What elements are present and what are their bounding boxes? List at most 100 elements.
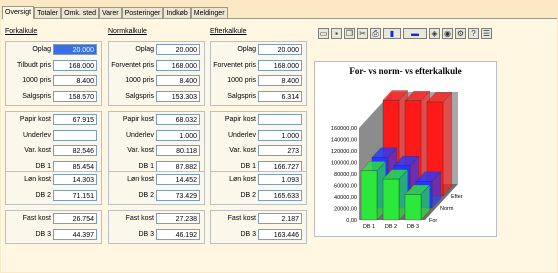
field-label: Var. kost (24, 147, 51, 154)
value-field[interactable]: 82.546 (53, 145, 97, 156)
overview-panel: ▭ ▪ ❐ ✂ ⎙ ▮ ▬ ◈ ◉ ⚙? ☰ For- vs norm- vs efterkalku… (1, 18, 557, 272)
field-group: Oplag 20.000 Forventet pris 168.000 1000 pri… (108, 41, 205, 106)
depth-label: For (429, 218, 437, 224)
field-group: Fast kost 26.754 DB 3 44.397 (5, 210, 102, 244)
value-field[interactable] (258, 114, 302, 125)
value-field[interactable]: 8.400 (156, 75, 200, 86)
value-field[interactable]: 168.000 (258, 59, 302, 71)
3d-view-icon[interactable]: ◈ (429, 27, 440, 39)
value-field[interactable]: 27.238 (156, 213, 200, 224)
field-label: Underlev (125, 131, 154, 139)
value-field[interactable]: 85.454 (53, 160, 97, 172)
value-field[interactable]: 67.915 (53, 114, 97, 125)
field-row: Oplag 20.000 (109, 44, 204, 56)
x-tick-label: DB 3 (407, 224, 419, 230)
rotate-icon[interactable]: ◉ (442, 27, 453, 39)
bar (382, 178, 400, 221)
value-field[interactable]: 8.400 (258, 75, 302, 86)
value-field[interactable]: 8.400 (53, 75, 97, 86)
value-field[interactable]: 68.032 (156, 114, 200, 125)
value-field[interactable]: 14.452 (156, 174, 200, 185)
value-field[interactable]: 6.314 (258, 90, 302, 102)
value-field[interactable]: 20.000 (156, 44, 200, 55)
chart-svg: 0,00 20000,00 40000,00 60000,00 80000,00 1000… (331, 90, 463, 230)
field-row: Oplag 20.000 (211, 44, 306, 56)
value-field[interactable]: 153.303 (156, 90, 200, 102)
y-tick-label: 20000,00 (334, 207, 357, 213)
field-row: 1000 pris 8.400 (211, 75, 306, 87)
chart-type-icon[interactable]: ▮ (383, 27, 401, 39)
value-field[interactable]: 166.727 (258, 160, 302, 172)
value-field[interactable]: 168.000 (53, 59, 97, 71)
field-label: DB 2 (240, 191, 256, 199)
y-tick-label: 40000,00 (334, 195, 357, 201)
field-group: Fast kost 2.187 DB 3 163.446 (210, 210, 307, 244)
field-label: Løn kost (127, 176, 154, 183)
field-label: Underlev (22, 131, 51, 139)
value-field[interactable]: 168.000 (156, 59, 200, 71)
field-row: Løn kost 1.093 (211, 174, 306, 186)
field-group: Løn kost 14.452 DB 2 73.429 (108, 171, 205, 205)
value-field[interactable]: 80.118 (156, 145, 200, 156)
value-field[interactable]: 20.000 (258, 44, 302, 55)
field-label: Fast kost (22, 215, 51, 222)
value-field[interactable]: 14.303 (53, 174, 97, 185)
field-row: Var. kost 273 (211, 145, 306, 157)
field-label: Forventet pris (213, 61, 256, 69)
field-row: 1000 pris 8.400 (6, 75, 101, 87)
bar (360, 170, 378, 221)
depth-label: Norm (440, 206, 454, 212)
y-tick-label: 0,00 (346, 218, 357, 224)
save-icon[interactable]: ▪ (331, 27, 342, 39)
field-label: Oplag (135, 46, 154, 53)
value-field[interactable]: 273 (258, 145, 302, 156)
folder-open-icon[interactable]: ▭ (318, 27, 329, 39)
y-tick-label: 80000,00 (334, 172, 357, 178)
value-field[interactable]: 163.446 (258, 228, 302, 240)
options-icon[interactable]: ⚙ (455, 27, 466, 39)
value-field[interactable]: 1.000 (258, 129, 302, 141)
color-select-icon[interactable]: ▬ (403, 27, 427, 39)
field-label: Papir kost (122, 116, 154, 123)
field-label: Salgspris (125, 92, 154, 100)
column-header: Forkalkule (5, 28, 38, 35)
field-row: Salgspris 158.570 (6, 90, 101, 103)
value-field[interactable]: 26.754 (53, 213, 97, 224)
field-label: Papir kost (19, 116, 51, 123)
copy-icon[interactable]: ❐ (344, 27, 355, 39)
value-field[interactable]: 46.192 (156, 228, 200, 240)
field-group: Papir kost 67.915 Underlev Var. kost 82.546 D… (5, 111, 102, 176)
value-field[interactable]: 73.429 (156, 189, 200, 201)
value-field[interactable]: 87.882 (156, 160, 200, 172)
value-field[interactable]: 71.151 (53, 189, 97, 201)
field-label: Løn kost (24, 176, 51, 183)
column-header: Efterkalkule (210, 28, 247, 35)
field-label: Oplag (237, 46, 256, 53)
cut-icon[interactable]: ✂ (357, 27, 368, 39)
field-row: Løn kost 14.452 (109, 174, 204, 186)
value-field[interactable]: 165.633 (258, 189, 302, 201)
field-label: Var. kost (127, 147, 154, 154)
field-row: Fast kost 2.187 (211, 213, 306, 225)
field-row: Underlev 1.000 (211, 129, 306, 142)
y-tick-label: 140000,00 (331, 138, 357, 144)
field-label: Fast kost (125, 215, 154, 222)
print-icon[interactable]: ⎙ (370, 27, 381, 39)
field-label: DB 3 (35, 230, 51, 238)
bar-side (442, 92, 452, 197)
value-field[interactable]: 1.000 (156, 129, 200, 141)
value-field[interactable]: 158.570 (53, 90, 97, 102)
value-field[interactable]: 20.000 (53, 44, 97, 55)
field-row: Underlev (6, 129, 101, 142)
help-icon[interactable]: ? (468, 27, 479, 39)
value-field[interactable]: 2.187 (258, 213, 302, 224)
value-field[interactable] (53, 129, 97, 141)
document-icon[interactable]: ☰ (481, 27, 492, 39)
field-label: Salgspris (22, 92, 51, 100)
field-label: 1000 pris (125, 77, 154, 84)
value-field[interactable]: 44.397 (53, 228, 97, 240)
tab-oversigt[interactable]: Oversigt (2, 6, 35, 19)
x-tick-label: DB 1 (363, 224, 375, 230)
value-field[interactable]: 1.093 (258, 174, 302, 185)
field-label: Oplag (32, 46, 51, 53)
